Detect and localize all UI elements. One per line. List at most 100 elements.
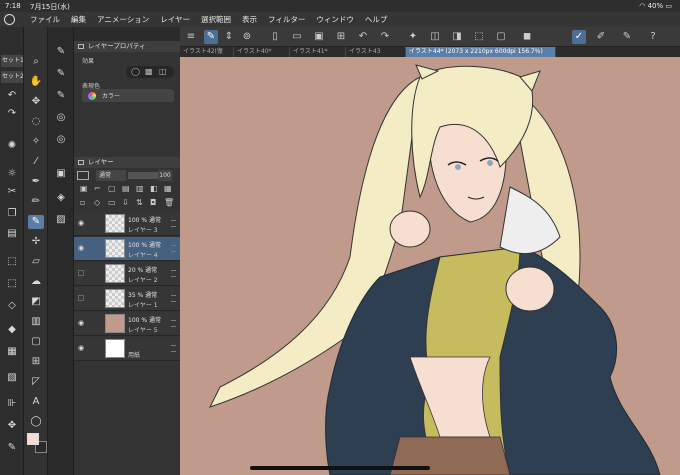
mask-icon[interactable]: ◧ [150, 184, 158, 193]
move-icon[interactable]: ✥ [4, 419, 20, 433]
brush-toolbar-icon[interactable]: ✐ [594, 30, 608, 44]
eye-icon[interactable]: ◉ [78, 220, 86, 227]
grid-icon[interactable]: ▦ [4, 345, 20, 359]
foreground-color-swatch[interactable] [27, 433, 39, 445]
undo-toolbar-icon[interactable]: ↶ [356, 30, 370, 44]
tab-illust-44[interactable]: イラスト44* (2073 x 2210px 600dpi 156.7%) [406, 47, 556, 57]
drag-handle-icon[interactable] [171, 295, 176, 302]
tab-illust-43[interactable]: イラスト43 [346, 47, 406, 57]
share-icon[interactable]: ⊚ [240, 30, 254, 44]
text-icon[interactable]: A [28, 395, 44, 409]
fill-toolbar-icon[interactable]: ◫ [428, 30, 442, 44]
border-effect-icon[interactable]: ◯ [131, 67, 140, 76]
drag-handle-icon[interactable] [171, 270, 176, 277]
expression-color-select[interactable]: カラー [82, 89, 174, 102]
drawing-canvas[interactable] [180, 57, 680, 475]
ruler-icon[interactable]: ⊪ [4, 397, 20, 411]
subtool-4-icon[interactable]: ◎ [53, 111, 69, 125]
new-layer-icon[interactable]: ▫ [80, 198, 85, 207]
palette-icon[interactable]: ▦ [164, 184, 172, 193]
swap-icon[interactable]: ⇕ [222, 30, 236, 44]
eye-icon[interactable]: ◉ [78, 345, 86, 352]
menu-item[interactable]: ヘルプ [365, 14, 388, 25]
eye-icon[interactable]: ◉ [78, 320, 86, 327]
tab-illust-40[interactable]: イラスト40* [234, 47, 290, 57]
lasso-icon[interactable]: ◌ [28, 115, 44, 129]
save-icon[interactable]: ▣ [312, 30, 326, 44]
pen-tool-icon[interactable]: ✒ [28, 175, 44, 189]
opacity-value[interactable]: 100 [158, 170, 172, 181]
trash-icon[interactable]: 🗑 [164, 198, 174, 207]
tab-illust-41[interactable]: イラスト41* [290, 47, 346, 57]
mask-add-icon[interactable]: ◘ [150, 198, 156, 207]
subtool-6-icon[interactable]: ▣ [53, 167, 69, 181]
edit-icon[interactable]: ✎ [204, 30, 218, 44]
opacity-slider[interactable] [128, 172, 158, 179]
eyedropper-icon[interactable]: ⁄ [28, 155, 44, 169]
pencil-icon[interactable]: ✏ [28, 195, 44, 209]
fill-icon[interactable]: ◆ [4, 323, 20, 337]
transfer-icon[interactable]: ⇅ [136, 198, 143, 207]
ref-layer-icon[interactable]: ▤ [122, 184, 130, 193]
frame-border-icon[interactable]: ⊞ [28, 355, 44, 369]
figure-icon[interactable]: ▢ [28, 335, 44, 349]
frame-icon[interactable]: ⬚ [4, 255, 20, 269]
layer-row[interactable]: 35 % 通常 レイヤー 1 [74, 287, 180, 311]
blend-mode-select[interactable]: 通常 [96, 170, 126, 181]
copy-icon[interactable]: ❐ [4, 207, 20, 221]
help-icon[interactable]: ? [646, 30, 660, 44]
select-all-icon[interactable]: ▢ [494, 30, 508, 44]
redo-icon[interactable]: ↷ [4, 107, 20, 121]
app-logo-icon[interactable] [4, 14, 15, 25]
blend-icon[interactable]: ☁ [28, 275, 44, 289]
set-tab-2[interactable]: セット2 [1, 71, 23, 83]
merge-down-icon[interactable]: ⇩ [122, 198, 129, 207]
home-indicator[interactable] [250, 466, 430, 470]
subtool-5-icon[interactable]: ◎ [53, 133, 69, 147]
menu-item[interactable]: アニメーション [97, 14, 149, 25]
layer-row[interactable]: ◉ 用紙 [74, 337, 180, 361]
snap-ruler-icon[interactable]: ✓ [572, 30, 586, 44]
cut-icon[interactable]: ✂ [4, 185, 20, 199]
sun-icon[interactable]: ☼ [4, 167, 20, 181]
hand-icon[interactable]: ✋ [28, 75, 44, 89]
clear-icon[interactable]: ✦ [406, 30, 420, 44]
deselect-icon[interactable]: ⬚ [472, 30, 486, 44]
lock-transparent-icon[interactable]: ▢ [108, 184, 116, 193]
airbrush-icon[interactable]: ✢ [28, 235, 44, 249]
undo-icon[interactable]: ↶ [4, 89, 20, 103]
gradient-tool-icon[interactable]: ▥ [28, 315, 44, 329]
menu-icon[interactable]: ≡ [184, 30, 198, 44]
subtool-2-icon[interactable]: ✎ [53, 67, 69, 81]
import-icon[interactable]: ⊞ [334, 30, 348, 44]
magic-wand-icon[interactable]: ✧ [28, 135, 44, 149]
layer-row[interactable]: ◉ 100 % 通常 レイヤー 4 [74, 237, 180, 261]
balloon-icon[interactable]: ◸ [28, 375, 44, 389]
layer-mode-icon[interactable] [77, 171, 89, 180]
menu-item[interactable]: 選択範囲 [201, 14, 231, 25]
menu-item[interactable]: レイヤー [160, 14, 190, 25]
erase-icon[interactable]: ◇ [4, 299, 20, 313]
menu-item[interactable]: 編集 [71, 14, 86, 25]
new-vector-icon[interactable]: ◇ [94, 198, 100, 207]
loading-icon[interactable]: ✺ [4, 139, 20, 153]
visibility-checkbox[interactable] [78, 295, 84, 301]
brush-icon[interactable]: ✎ [28, 215, 44, 229]
menu-item[interactable]: ファイル [30, 14, 60, 25]
redo-toolbar-icon[interactable]: ↷ [378, 30, 392, 44]
pen-toolbar-icon[interactable]: ✎ [620, 30, 634, 44]
bucket-icon[interactable]: ◩ [28, 295, 44, 309]
layer-row[interactable]: 20 % 通常 レイヤー 2 [74, 262, 180, 286]
subtool-3-icon[interactable]: ✎ [53, 89, 69, 103]
set-tab-1[interactable]: セット1 [1, 55, 23, 67]
eraser-icon[interactable]: ▱ [28, 255, 44, 269]
open-icon[interactable]: ▭ [290, 30, 304, 44]
fill-selection-icon[interactable]: ◼ [520, 30, 534, 44]
subtool-8-icon[interactable]: ▨ [53, 213, 69, 227]
tone-effect-icon[interactable]: ▩ [145, 67, 153, 76]
move-layer-icon[interactable]: ✥ [28, 95, 44, 109]
clip-icon[interactable]: ⌐ [94, 184, 101, 193]
menu-item[interactable]: ウィンドウ [316, 14, 354, 25]
drag-handle-icon[interactable] [171, 245, 176, 252]
layer-row[interactable]: ◉ 100 % 通常 レイヤー 5 [74, 312, 180, 336]
